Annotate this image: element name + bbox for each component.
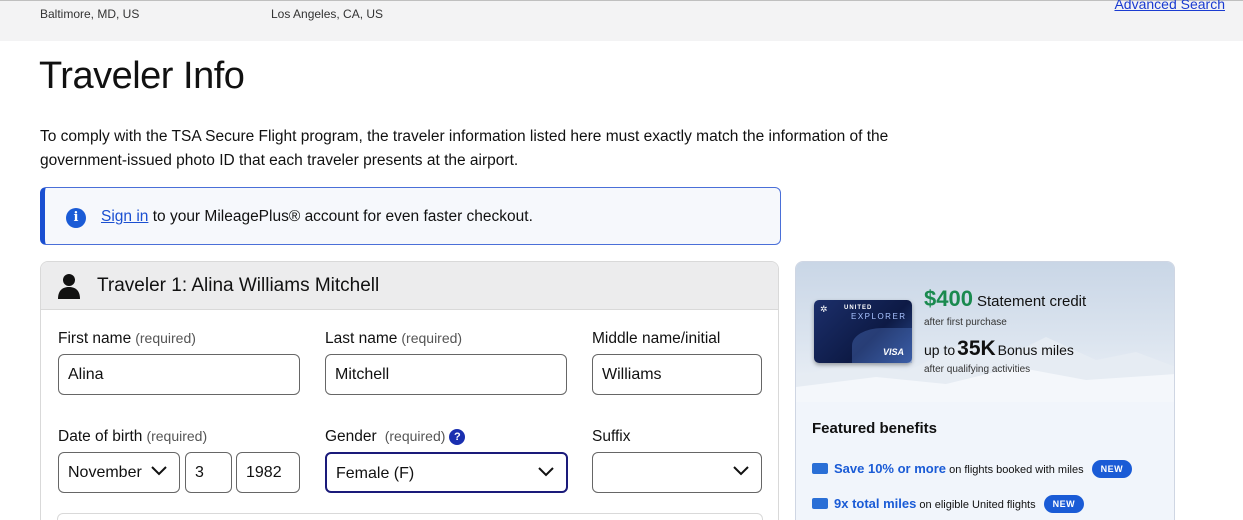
- card-network: VISA: [882, 347, 904, 357]
- next-field-row: [57, 513, 763, 520]
- offer-statement-credit: $400 Statement credit: [924, 286, 1087, 311]
- advanced-search-link[interactable]: Advanced Search: [1114, 0, 1225, 12]
- chevron-down-icon: [151, 466, 167, 476]
- dob-day-input[interactable]: 3: [185, 452, 232, 493]
- dob-month-value: November: [68, 464, 142, 481]
- offer-bonus-miles-sub: after qualifying activities: [924, 364, 1031, 375]
- ticket-icon: [812, 463, 828, 474]
- globe-icon: ✲: [820, 304, 828, 314]
- first-name-label: First name (required): [58, 330, 196, 347]
- new-badge: NEW: [1091, 460, 1133, 478]
- new-badge: NEW: [1043, 495, 1085, 513]
- person-icon: [58, 274, 80, 299]
- chevron-down-icon: [538, 467, 554, 477]
- card-graphic: [852, 328, 912, 363]
- traveler-heading: Traveler 1: Alina Williams Mitchell: [97, 275, 380, 296]
- offer-statement-credit-sub: after first purchase: [924, 317, 1007, 328]
- promo-hero: ✲ UNITED EXPLORER VISA $400 Statement cre…: [796, 262, 1174, 402]
- first-name-input[interactable]: Alina: [58, 354, 300, 395]
- sign-in-link[interactable]: Sign in: [101, 208, 148, 225]
- suffix-select[interactable]: [592, 452, 762, 493]
- intro-text: To comply with the TSA Secure Flight pro…: [40, 128, 889, 169]
- card-product: EXPLORER: [851, 312, 907, 321]
- middle-name-input[interactable]: Williams: [592, 354, 762, 395]
- benefit-item: 9x total miles on eligible United flight…: [812, 495, 1085, 513]
- dob-label: Date of birth (required): [58, 428, 208, 445]
- chevron-down-icon: [733, 466, 749, 476]
- card-brand: UNITED: [844, 305, 873, 311]
- help-icon[interactable]: ?: [449, 429, 466, 445]
- info-icon: i: [66, 208, 86, 228]
- credit-card-promo[interactable]: ✲ UNITED EXPLORER VISA $400 Statement cre…: [795, 261, 1175, 520]
- gender-label: Gender (required)?: [325, 428, 466, 446]
- traveler-header: Traveler 1: Alina Williams Mitchell: [41, 262, 778, 310]
- dob-year-input[interactable]: 1982: [236, 452, 300, 493]
- origin-city: Baltimore, MD, US: [40, 7, 140, 21]
- middle-name-label: Middle name/initial: [592, 330, 721, 347]
- page-title: Traveler Info: [39, 55, 245, 97]
- dob-month-select[interactable]: November: [58, 452, 180, 493]
- sign-in-notice: i Sign in to your MileagePlus® account f…: [40, 187, 781, 245]
- traveler-form: Traveler 1: Alina Williams Mitchell Firs…: [40, 261, 779, 520]
- notice-message: Sign in to your MileagePlus® account for…: [101, 208, 533, 226]
- plane-ticket-icon: [812, 498, 828, 509]
- notice-text: to your MileagePlus® account for even fa…: [148, 208, 533, 225]
- gender-select[interactable]: Female (F): [325, 452, 568, 493]
- last-name-label: Last name (required): [325, 330, 463, 347]
- suffix-label: Suffix: [592, 428, 631, 445]
- destination-city: Los Angeles, CA, US: [271, 7, 384, 21]
- last-name-input[interactable]: Mitchell: [325, 354, 567, 395]
- featured-benefits-title: Featured benefits: [812, 420, 938, 437]
- offer-bonus-miles: up to35K Bonus miles: [924, 337, 1074, 360]
- benefit-item: Save 10% or more on flights booked with …: [812, 460, 1133, 478]
- top-bar: Baltimore, MD, US Los Angeles, CA, US Ad…: [0, 0, 1243, 41]
- credit-card-image: ✲ UNITED EXPLORER VISA: [814, 300, 912, 363]
- gender-value: Female (F): [336, 465, 415, 482]
